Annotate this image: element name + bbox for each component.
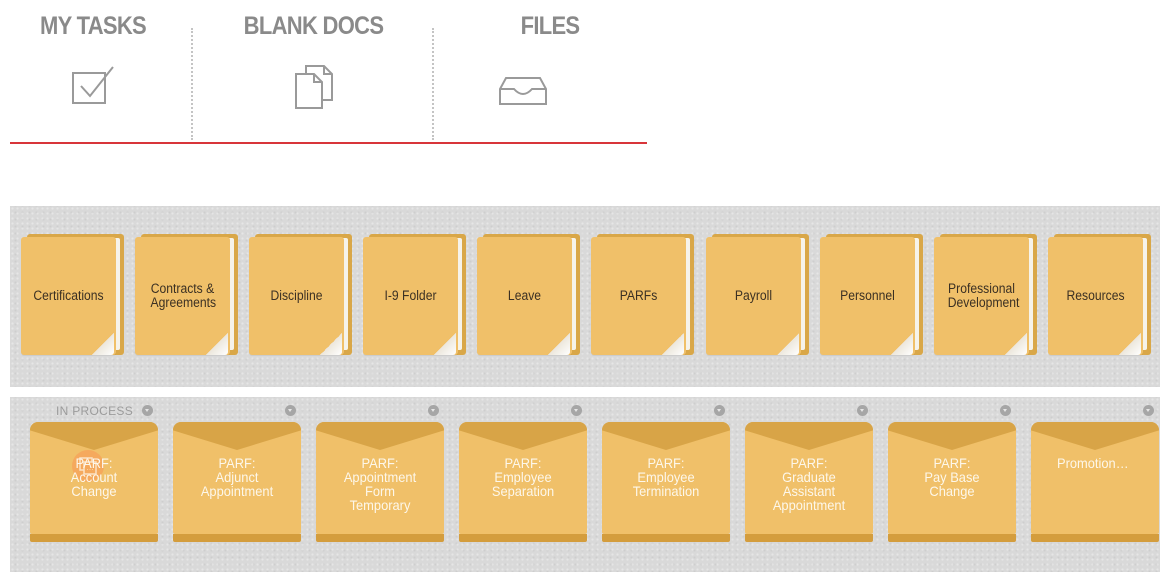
tab-blank-docs-label: BLANK DOCS	[243, 12, 384, 40]
folder-label: I-9 Folder	[384, 288, 437, 303]
nav-divider	[432, 28, 434, 140]
folder-parfs[interactable]: PARFs	[591, 234, 694, 355]
folder-contracts-agreements[interactable]: Contracts & Agreements	[135, 234, 238, 355]
dropdown-icon[interactable]	[714, 405, 725, 416]
tab-files-label: FILES	[520, 12, 581, 40]
folder-label: Professional Development	[947, 281, 1020, 310]
folder-icon: Leave	[477, 237, 572, 355]
tab-my-tasks-label: MY TASKS	[39, 12, 147, 40]
folder-label: Certifications	[33, 288, 104, 303]
folder-leave[interactable]: Leave	[477, 234, 580, 355]
folder-label: Payroll	[734, 288, 773, 303]
folder-payroll[interactable]: Payroll	[706, 234, 809, 355]
dropdown-icon[interactable]	[1000, 405, 1011, 416]
folder-professional-development[interactable]: Professional Development	[934, 234, 1037, 355]
documents-icon	[292, 64, 336, 115]
dropdown-icon[interactable]	[571, 405, 582, 416]
envelope-icon: PARF: Pay Base Change	[888, 422, 1016, 534]
dropdown-icon[interactable]	[428, 405, 439, 416]
dropdown-icon[interactable]	[142, 405, 153, 416]
envelope-promotion[interactable]: Promotion…	[1031, 397, 1160, 572]
envelope-label: PARF: Pay Base Change	[924, 455, 980, 499]
inbox-tray-icon	[498, 75, 548, 112]
envelope-icon: Promotion…	[1031, 422, 1159, 534]
dropdown-icon[interactable]	[857, 405, 868, 416]
envelope-label: Promotion…	[1057, 455, 1129, 471]
folder-shelf: Certifications Contracts & Agreements Di…	[10, 206, 1160, 387]
envelope-icon: PARF: Employee Termination	[602, 422, 730, 534]
folder-icon: Professional Development	[934, 237, 1029, 355]
envelope-label: PARF: Adjunct Appointment	[200, 455, 274, 499]
tab-blank-docs[interactable]: BLANK DOCS	[196, 0, 431, 140]
folder-label: Contracts & Agreements	[150, 281, 217, 310]
folder-icon: Personnel	[820, 237, 915, 355]
envelope-appointment-form-temporary[interactable]: PARF: Appointment Form Temporary	[316, 397, 448, 572]
envelope-label: PARF: Graduate Assistant Appointment	[772, 455, 846, 513]
envelope-icon: PARF: Appointment Form Temporary	[316, 422, 444, 534]
envelope-label: PARF: Account Change	[70, 455, 118, 499]
folder-icon: Resources	[1048, 237, 1143, 355]
envelope-icon: PARF: Adjunct Appointment	[173, 422, 301, 534]
envelope-adjunct-appointment[interactable]: PARF: Adjunct Appointment	[173, 397, 305, 572]
folder-certifications[interactable]: Certifications	[21, 234, 124, 355]
top-nav: MY TASKS BLANK DOCS FILES	[0, 0, 648, 146]
folder-resources[interactable]: Resources	[1048, 234, 1151, 355]
folder-i9[interactable]: I-9 Folder	[363, 234, 466, 355]
folder-icon: Payroll	[706, 237, 801, 355]
folder-icon: PARFs	[591, 237, 686, 355]
folder-icon: I-9 Folder	[363, 237, 458, 355]
tab-my-tasks[interactable]: MY TASKS	[0, 0, 186, 140]
folder-personnel[interactable]: Personnel	[820, 234, 923, 355]
folder-label: Personnel	[840, 288, 895, 303]
envelope-employee-termination[interactable]: PARF: Employee Termination	[602, 397, 734, 572]
envelope-shelf: IN PROCESS … PARF: Account Change PARF: …	[10, 397, 1160, 572]
nav-divider	[191, 28, 193, 140]
checkbox-icon	[70, 64, 116, 111]
envelope-label: PARF: Employee Separation	[491, 455, 555, 499]
folder-label: Discipline	[270, 288, 323, 303]
envelope-employee-separation[interactable]: PARF: Employee Separation	[459, 397, 591, 572]
folder-label: PARFs	[619, 288, 658, 303]
folder-label: Resources	[1066, 288, 1125, 303]
folder-label: Leave	[507, 288, 542, 303]
status-label: IN PROCESS	[56, 404, 134, 418]
envelope-label: PARF: Employee Termination	[632, 455, 700, 499]
nav-active-underline	[10, 142, 647, 144]
envelope-label: PARF: Appointment Form Temporary	[343, 455, 417, 513]
folder-icon: Certifications	[21, 237, 116, 355]
folder-icon: Contracts & Agreements	[135, 237, 230, 355]
envelope-account-change[interactable]: IN PROCESS … PARF: Account Change	[30, 397, 162, 572]
envelope-icon: PARF: Graduate Assistant Appointment	[745, 422, 873, 534]
dropdown-icon[interactable]	[1143, 405, 1154, 416]
folder-discipline[interactable]: Discipline	[249, 234, 352, 355]
folder-icon: Discipline	[249, 237, 344, 355]
envelope-pay-base-change[interactable]: PARF: Pay Base Change	[888, 397, 1020, 572]
dropdown-icon[interactable]	[285, 405, 296, 416]
tab-files[interactable]: FILES	[436, 0, 696, 140]
envelope-graduate-assistant-appointment[interactable]: PARF: Graduate Assistant Appointment	[745, 397, 877, 572]
envelope-icon: … PARF: Account Change	[30, 422, 158, 534]
envelope-icon: PARF: Employee Separation	[459, 422, 587, 534]
